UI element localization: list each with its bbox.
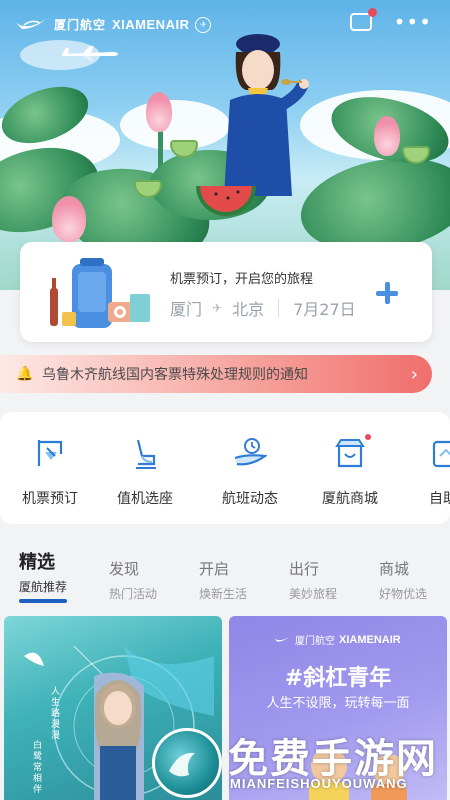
quick-action-shop[interactable]: 厦航商城: [305, 434, 395, 508]
message-icon[interactable]: [349, 8, 377, 31]
xiamenair-logo: 厦门航空 XIAMENAIR ✈: [14, 16, 212, 33]
destination-city[interactable]: 北京: [232, 296, 264, 320]
notice-banner[interactable]: 🔔 乌鲁木齐航线国内客票特殊处理规则的通知 ›: [0, 355, 432, 393]
bell-icon: 🔔: [16, 366, 34, 382]
origin-city[interactable]: 厦门: [170, 296, 202, 320]
tab-title: 精选: [19, 552, 55, 573]
tab-subtitle: 厦航推荐: [19, 580, 68, 594]
attendant-illustration: [196, 34, 309, 216]
active-tab-indicator: [19, 599, 67, 603]
quick-action-label: 航班动态: [222, 491, 278, 507]
flight-ticket-icon: [37, 440, 63, 466]
logo-english-text: XIAMENAIR: [112, 17, 190, 32]
quick-action-label: 值机选座: [117, 491, 173, 507]
egret-logo-icon: [274, 636, 290, 642]
lotus-flower: [146, 92, 172, 132]
tab-title: 开启: [199, 560, 230, 578]
top-right-actions: •••: [349, 8, 432, 32]
divider: [278, 299, 280, 317]
quick-action-flight-status[interactable]: 航班动态: [205, 436, 295, 508]
notice-text: 乌鲁木齐航线国内客票特殊处理规则的通知: [42, 367, 308, 383]
chevron-right-icon: ›: [410, 363, 418, 385]
quick-actions-bar: 机票预订 值机选座 航班动态 厦航商城 自助: [0, 412, 450, 524]
tab-subtitle: 美妙旅程: [289, 587, 338, 601]
watermark-wave-icon: [169, 752, 195, 777]
tab-start[interactable]: 开启 焕新生活: [199, 558, 247, 602]
logo-seal-icon: ✈: [195, 16, 212, 33]
tab-discover[interactable]: 发现 热门活动: [109, 558, 157, 602]
quick-action-checkin-seat[interactable]: 值机选座: [100, 436, 190, 508]
tab-title: 发现: [109, 560, 140, 578]
logo-chinese-text: 厦门航空: [54, 18, 107, 32]
lotus-flower: [374, 116, 400, 156]
content-tabs: 精选 厦航推荐 发现 热门活动 开启 焕新生活 出行 美妙旅程 商城 好物优选: [0, 548, 450, 608]
watermark-logo: [152, 728, 222, 798]
route-summary[interactable]: 厦门 ✈ 北京 7月27日: [170, 296, 356, 320]
tab-title: 出行: [289, 560, 320, 578]
luggage-illustration: [50, 258, 150, 328]
tab-featured[interactable]: 精选 厦航推荐: [19, 548, 67, 603]
feed-card-subtitle: 人生不设限，玩转每一面: [266, 696, 410, 711]
feed-card-title: #斜杠青年: [284, 666, 392, 691]
tab-subtitle: 热门活动: [109, 587, 158, 601]
xiamenair-logo: 厦门航空 XIAMENAIR: [273, 632, 401, 647]
departure-date[interactable]: 7月27日: [293, 296, 356, 320]
egret-logo-icon: [16, 18, 46, 29]
quick-action-self-service[interactable]: 自助: [398, 436, 450, 508]
airplane-icon: [62, 46, 118, 61]
quick-action-label: 自助: [429, 491, 450, 507]
notification-dot: [367, 8, 377, 17]
tab-title: 商城: [379, 560, 410, 578]
quick-action-label: 厦航商城: [322, 491, 378, 507]
tab-subtitle: 焕新生活: [199, 587, 248, 601]
self-service-icon: [432, 440, 450, 468]
quick-action-label: 机票预订: [22, 491, 78, 507]
booking-prompt: 机票预订，开启您的旅程: [170, 272, 314, 287]
quick-action-flight-ticket[interactable]: 机票预订: [5, 436, 95, 508]
tab-subtitle: 好物优选: [379, 587, 428, 601]
shop-icon: [335, 439, 365, 468]
lotus-flower: [52, 196, 86, 242]
logo-english-text: XIAMENAIR: [339, 633, 401, 646]
new-badge-dot: [365, 434, 371, 440]
seat-icon: [136, 439, 156, 469]
route-plane-icon: ✈: [212, 301, 223, 315]
tab-mall[interactable]: 商城 好物优选: [379, 558, 427, 602]
feed-card-vertical-text: 白鹭常相伴: [31, 740, 41, 795]
flight-booking-card[interactable]: 机票预订，开启您的旅程 厦门 ✈ 北京 7月27日: [20, 242, 432, 342]
plus-icon[interactable]: [376, 282, 398, 304]
feed-card-vertical-text: 人生路漫漫: [49, 686, 59, 741]
watermark-subtext: MIANFEISHOUYOUWANG: [230, 776, 408, 791]
flight-status-icon: [234, 438, 268, 466]
logo-chinese-text: 厦门航空: [295, 636, 335, 647]
tab-travel[interactable]: 出行 美妙旅程: [289, 558, 337, 602]
more-dots-icon[interactable]: •••: [394, 12, 432, 32]
